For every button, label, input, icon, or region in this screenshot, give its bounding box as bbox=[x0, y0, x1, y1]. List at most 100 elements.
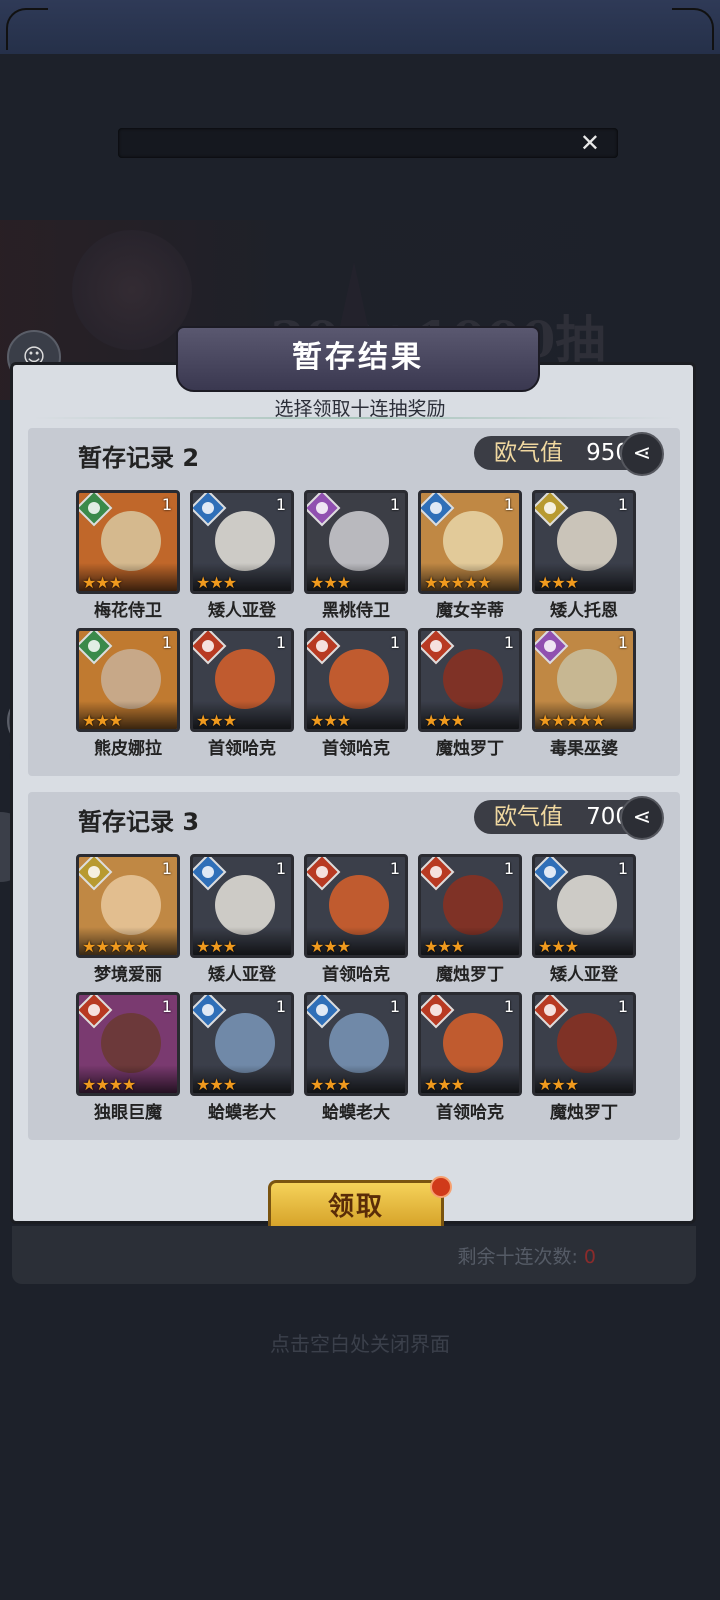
character-name: 魔烛罗丁 bbox=[550, 1103, 618, 1123]
character-card[interactable]: 1 ★★★ 首领哈克 bbox=[190, 628, 294, 764]
character-name: 魔女辛蒂 bbox=[436, 601, 504, 621]
star-rating: ★★★ bbox=[196, 937, 237, 956]
character-card[interactable]: 1 ★★★ 首领哈克 bbox=[304, 854, 408, 990]
star-rating: ★★★ bbox=[538, 1075, 579, 1094]
luck-label: 欧气值 bbox=[494, 804, 563, 830]
character-portrait: 1 ★★★★ bbox=[76, 992, 180, 1096]
character-count: 1 bbox=[275, 997, 286, 1016]
character-portrait: 1 ★★★★★ bbox=[532, 628, 636, 732]
character-portrait: 1 ★★★★★ bbox=[76, 854, 180, 958]
character-name: 独眼巨魔 bbox=[94, 1103, 162, 1123]
character-count: 1 bbox=[161, 859, 172, 878]
character-count: 1 bbox=[617, 495, 628, 514]
character-count: 1 bbox=[503, 997, 514, 1016]
record-group[interactable]: 暂存记录 3 欧气值 700 ⋖ 1 ★★★★★ 梦境爱丽 1 ★★★ 矮人亚登 1 ★★★ 首… bbox=[28, 792, 680, 1140]
character-name: 黑桃侍卫 bbox=[322, 601, 390, 621]
character-card[interactable]: 1 ★★★ 矮人亚登 bbox=[190, 854, 294, 990]
character-portrait: 1 ★★★ bbox=[304, 992, 408, 1096]
character-count: 1 bbox=[617, 859, 628, 878]
character-face bbox=[101, 649, 161, 709]
character-name: 熊皮娜拉 bbox=[94, 739, 162, 759]
background-hero-art bbox=[72, 230, 192, 350]
character-card[interactable]: 1 ★★★ 蛤蟆老大 bbox=[190, 992, 294, 1128]
character-count: 1 bbox=[617, 633, 628, 652]
character-card[interactable]: 1 ★★★ 首领哈克 bbox=[304, 628, 408, 764]
character-portrait: 1 ★★★ bbox=[304, 490, 408, 594]
character-count: 1 bbox=[275, 859, 286, 878]
character-card[interactable]: 1 ★★★ 魔烛罗丁 bbox=[418, 854, 522, 990]
star-rating: ★★★ bbox=[538, 937, 579, 956]
luck-value-badge: 欧气值 700 bbox=[474, 800, 644, 834]
star-rating: ★★★ bbox=[424, 711, 465, 730]
share-icon[interactable]: ⋖ bbox=[620, 796, 664, 840]
bottom-bar: 剩余十连次数: 0 bbox=[12, 1226, 696, 1284]
star-rating: ★★★ bbox=[82, 711, 123, 730]
panel-title: 暂存结果 bbox=[292, 340, 424, 375]
star-rating: ★★★★★ bbox=[82, 937, 150, 956]
star-rating: ★★★ bbox=[424, 1075, 465, 1094]
character-card[interactable]: 1 ★★★ 蛤蟆老大 bbox=[304, 992, 408, 1128]
character-name: 矮人亚登 bbox=[208, 965, 276, 985]
character-face bbox=[557, 649, 617, 709]
character-card[interactable]: 1 ★★★ 矮人亚登 bbox=[190, 490, 294, 626]
character-portrait: 1 ★★★ bbox=[190, 490, 294, 594]
character-portrait: 1 ★★★ bbox=[190, 992, 294, 1096]
character-face bbox=[215, 875, 275, 935]
character-count: 1 bbox=[275, 495, 286, 514]
character-card[interactable]: 1 ★★★★★ 毒果巫婆 bbox=[532, 628, 636, 764]
character-card[interactable]: 1 ★★★ 矮人托恩 bbox=[532, 490, 636, 626]
search-bar[interactable]: ✕ bbox=[118, 128, 618, 158]
character-card[interactable]: 1 ★★★ 首领哈克 bbox=[418, 992, 522, 1128]
character-card[interactable]: 1 ★★★ 矮人亚登 bbox=[532, 854, 636, 990]
character-card[interactable]: 1 ★★★★ 独眼巨魔 bbox=[76, 992, 180, 1128]
character-card[interactable]: 1 ★★★★★ 魔女辛蒂 bbox=[418, 490, 522, 626]
remaining-draws: 剩余十连次数: 0 bbox=[457, 1242, 596, 1269]
character-count: 1 bbox=[503, 633, 514, 652]
star-rating: ★★★★★ bbox=[424, 573, 492, 592]
star-rating: ★★★ bbox=[196, 1075, 237, 1094]
star-rating: ★★★ bbox=[310, 1075, 351, 1094]
star-rating: ★★★ bbox=[538, 573, 579, 592]
character-face bbox=[443, 875, 503, 935]
character-card[interactable]: 1 ★★★★★ 梦境爱丽 bbox=[76, 854, 180, 990]
character-card[interactable]: 1 ★★★ 熊皮娜拉 bbox=[76, 628, 180, 764]
character-card[interactable]: 1 ★★★ 黑桃侍卫 bbox=[304, 490, 408, 626]
character-name: 首领哈克 bbox=[208, 739, 276, 759]
character-face bbox=[329, 1013, 389, 1073]
character-name: 首领哈克 bbox=[322, 965, 390, 985]
character-card[interactable]: 1 ★★★ 梅花侍卫 bbox=[76, 490, 180, 626]
star-rating: ★★★★★ bbox=[538, 711, 606, 730]
remaining-label: 剩余十连次数: bbox=[457, 1246, 578, 1268]
record-group[interactable]: 暂存记录 2 欧气值 950 ⋖ 1 ★★★ 梅花侍卫 1 ★★★ 矮人亚登 1 ★★★ 黑桃侍… bbox=[28, 428, 680, 776]
close-icon[interactable]: ✕ bbox=[580, 130, 600, 156]
character-face bbox=[443, 649, 503, 709]
character-face bbox=[101, 1013, 161, 1073]
star-rating: ★★★ bbox=[82, 573, 123, 592]
share-icon[interactable]: ⋖ bbox=[620, 432, 664, 476]
character-face bbox=[557, 875, 617, 935]
character-name: 矮人亚登 bbox=[550, 965, 618, 985]
character-card[interactable]: 1 ★★★ 魔烛罗丁 bbox=[418, 628, 522, 764]
character-count: 1 bbox=[503, 859, 514, 878]
character-count: 1 bbox=[389, 997, 400, 1016]
character-name: 梦境爱丽 bbox=[94, 965, 162, 985]
character-portrait: 1 ★★★★★ bbox=[418, 490, 522, 594]
character-portrait: 1 ★★★ bbox=[532, 992, 636, 1096]
character-face bbox=[215, 649, 275, 709]
header-spire-ornament bbox=[340, 262, 368, 326]
character-portrait: 1 ★★★ bbox=[190, 628, 294, 732]
character-face bbox=[443, 511, 503, 571]
character-count: 1 bbox=[617, 997, 628, 1016]
star-rating: ★★★ bbox=[310, 711, 351, 730]
character-face bbox=[557, 1013, 617, 1073]
remaining-value: 0 bbox=[583, 1246, 596, 1268]
star-rating: ★★★ bbox=[196, 711, 237, 730]
character-name: 魔烛罗丁 bbox=[436, 965, 504, 985]
character-card[interactable]: 1 ★★★ 魔烛罗丁 bbox=[532, 992, 636, 1128]
character-face bbox=[329, 511, 389, 571]
character-count: 1 bbox=[389, 633, 400, 652]
character-portrait: 1 ★★★ bbox=[532, 854, 636, 958]
panel-header: 暂存结果 bbox=[176, 326, 540, 392]
character-portrait: 1 ★★★ bbox=[304, 854, 408, 958]
character-face bbox=[215, 1013, 275, 1073]
